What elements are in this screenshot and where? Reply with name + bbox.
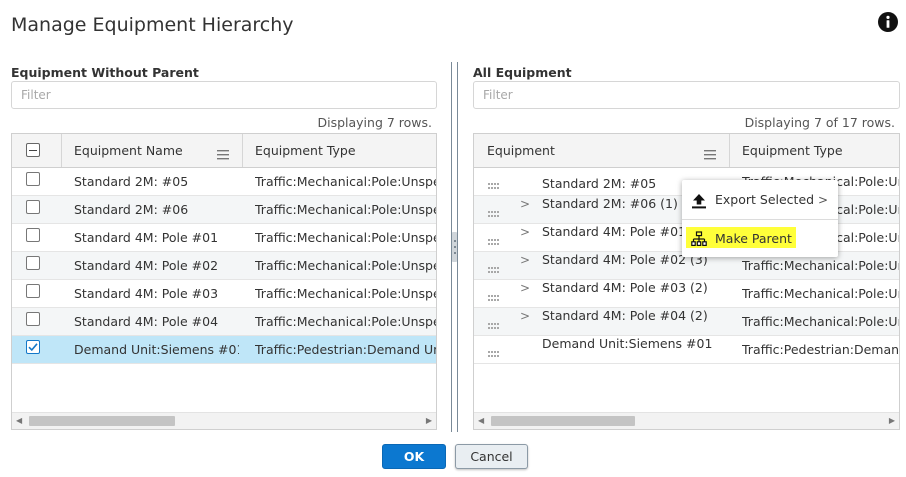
chevron-right-icon[interactable]: > — [520, 274, 530, 302]
scrollbar-thumb[interactable] — [29, 416, 175, 426]
chevron-right-icon[interactable]: > — [520, 218, 530, 246]
column-header-equipment-type[interactable]: Equipment Type — [255, 134, 356, 167]
equipment-type-cell: Traffic:Mechanical:Pole:Uns — [742, 286, 900, 301]
table-row[interactable]: Standard 4M: Pole #02 Traffic:Mechanical:… — [12, 252, 436, 280]
equipment-type-cell: Traffic:Mechanical:Pole:Uns — [742, 314, 900, 329]
left-row-count: Displaying 7 rows. — [317, 115, 432, 130]
table-row[interactable]: Demand Unit:Siemens #01 Traffic:Pedestria… — [474, 336, 899, 364]
scroll-left-arrow-icon[interactable]: ◀ — [16, 417, 22, 425]
ok-button[interactable]: OK — [382, 444, 446, 469]
row-checkbox[interactable] — [26, 284, 40, 298]
equipment-type-cell: Traffic:Mechanical:Pole:Unspec — [255, 286, 437, 301]
context-menu-separator — [682, 219, 838, 220]
menu-item-export-selected[interactable]: Export Selected > — [682, 183, 838, 217]
row-checkbox[interactable] — [26, 228, 40, 242]
drag-handle-icon[interactable] — [488, 344, 500, 357]
left-horizontal-scrollbar[interactable]: ◀ ▶ — [12, 412, 436, 429]
equipment-type-cell: Traffic:Pedestrian:Demand Unit — [255, 342, 437, 357]
table-row[interactable]: Standard 2M: #05 Traffic:Mechanical:Pole:… — [12, 168, 436, 196]
chevron-right-icon[interactable]: > — [520, 302, 530, 330]
drag-handle-icon[interactable] — [488, 204, 500, 217]
left-grid: Equipment Name Equipment Type Standard 2… — [11, 133, 437, 430]
right-filter-input[interactable] — [473, 81, 900, 109]
row-checkbox[interactable] — [26, 172, 40, 186]
column-menu-icon[interactable] — [217, 145, 229, 160]
cancel-button[interactable]: Cancel — [455, 444, 528, 469]
equipment-type-cell: Traffic:Mechanical:Pole:Unspec — [255, 314, 437, 329]
drag-handle-icon[interactable] — [488, 260, 500, 273]
drag-handle-icon[interactable] — [488, 288, 500, 301]
splitter-line-right — [457, 62, 458, 432]
right-grid: Equipment Equipment Type Standard 2M: #0… — [473, 133, 900, 430]
scroll-right-arrow-icon[interactable]: ▶ — [426, 417, 432, 425]
splitter-grip-handle[interactable] — [452, 232, 457, 262]
equipment-name-cell: Standard 2M: #06 — [74, 202, 189, 217]
menu-item-label: Make Parent — [715, 231, 792, 246]
select-all-checkbox[interactable] — [26, 143, 40, 157]
row-checkbox[interactable] — [26, 340, 40, 354]
column-header-equipment[interactable]: Equipment — [487, 134, 555, 167]
equipment-name-cell: Standard 4M: Pole #03 — [74, 286, 219, 301]
column-header-equipment-type[interactable]: Equipment Type — [742, 134, 843, 167]
scroll-right-arrow-icon[interactable]: ▶ — [889, 417, 895, 425]
equipment-name-cell: Standard 2M: #05 — [74, 174, 189, 189]
chevron-right-icon[interactable]: > — [520, 190, 530, 218]
equipment-type-cell: Traffic:Mechanical:Pole:Unspec — [255, 230, 437, 245]
left-filter-input[interactable] — [11, 81, 437, 109]
left-grid-header: Equipment Name Equipment Type — [12, 134, 436, 168]
equipment-name-cell: Demand Unit:Siemens #01 — [74, 342, 239, 357]
table-row[interactable]: Standard 4M: Pole #04 Traffic:Mechanical:… — [12, 308, 436, 336]
table-row[interactable]: Demand Unit:Siemens #01 Traffic:Pedestria… — [12, 336, 436, 364]
menu-item-label: Export Selected — [715, 192, 815, 207]
right-horizontal-scrollbar[interactable]: ◀ ▶ — [474, 412, 899, 429]
right-grid-header: Equipment Equipment Type — [474, 134, 899, 168]
equipment-name-cell: Standard 4M: Pole #04 (2) — [542, 308, 708, 323]
menu-item-make-parent[interactable]: Make Parent — [682, 222, 838, 256]
scrollbar-thumb[interactable] — [491, 416, 635, 426]
table-row[interactable]: Standard 2M: #06 Traffic:Mechanical:Pole:… — [12, 196, 436, 224]
equipment-name-cell: Standard 4M: Pole #03 (2) — [542, 280, 708, 295]
chevron-right-icon[interactable]: > — [520, 246, 530, 274]
row-checkbox[interactable] — [26, 200, 40, 214]
chevron-right-icon: > — [817, 193, 828, 207]
row-checkbox[interactable] — [26, 256, 40, 270]
hierarchy-icon — [691, 231, 707, 251]
table-row[interactable]: Standard 4M: Pole #01 Traffic:Mechanical:… — [12, 224, 436, 252]
equipment-name-cell: Standard 4M: Pole #01 — [74, 230, 219, 245]
equipment-name-cell: Standard 4M: Pole #02 — [74, 258, 219, 273]
dialog-title: Manage Equipment Hierarchy — [11, 14, 294, 36]
right-pane-label: All Equipment — [473, 65, 572, 80]
scroll-left-arrow-icon[interactable]: ◀ — [478, 417, 484, 425]
equipment-type-cell: Traffic:Mechanical:Pole:Unspec — [255, 174, 437, 189]
drag-handle-icon[interactable] — [488, 232, 500, 245]
equipment-type-cell: Traffic:Mechanical:Pole:Unspec — [255, 202, 437, 217]
equipment-name-cell: Demand Unit:Siemens #01 — [542, 336, 713, 351]
info-icon[interactable] — [878, 12, 898, 32]
context-menu: Export Selected > Make Parent — [682, 180, 838, 257]
row-checkbox[interactable] — [26, 312, 40, 326]
equipment-type-cell: Traffic:Mechanical:Pole:Unspec — [255, 258, 437, 273]
right-row-count: Displaying 7 of 17 rows. — [744, 115, 895, 130]
left-pane-label: Equipment Without Parent — [11, 65, 199, 80]
drag-handle-icon[interactable] — [488, 316, 500, 329]
table-row[interactable]: Standard 4M: Pole #03 Traffic:Mechanical:… — [12, 280, 436, 308]
upload-icon — [691, 193, 707, 213]
column-menu-icon[interactable] — [704, 145, 716, 160]
equipment-name-cell: Standard 4M: Pole #04 — [74, 314, 219, 329]
equipment-type-cell: Traffic:Pedestrian:Demand — [742, 342, 900, 357]
column-header-equipment-name[interactable]: Equipment Name — [74, 134, 183, 167]
drag-handle-icon[interactable] — [488, 176, 500, 189]
